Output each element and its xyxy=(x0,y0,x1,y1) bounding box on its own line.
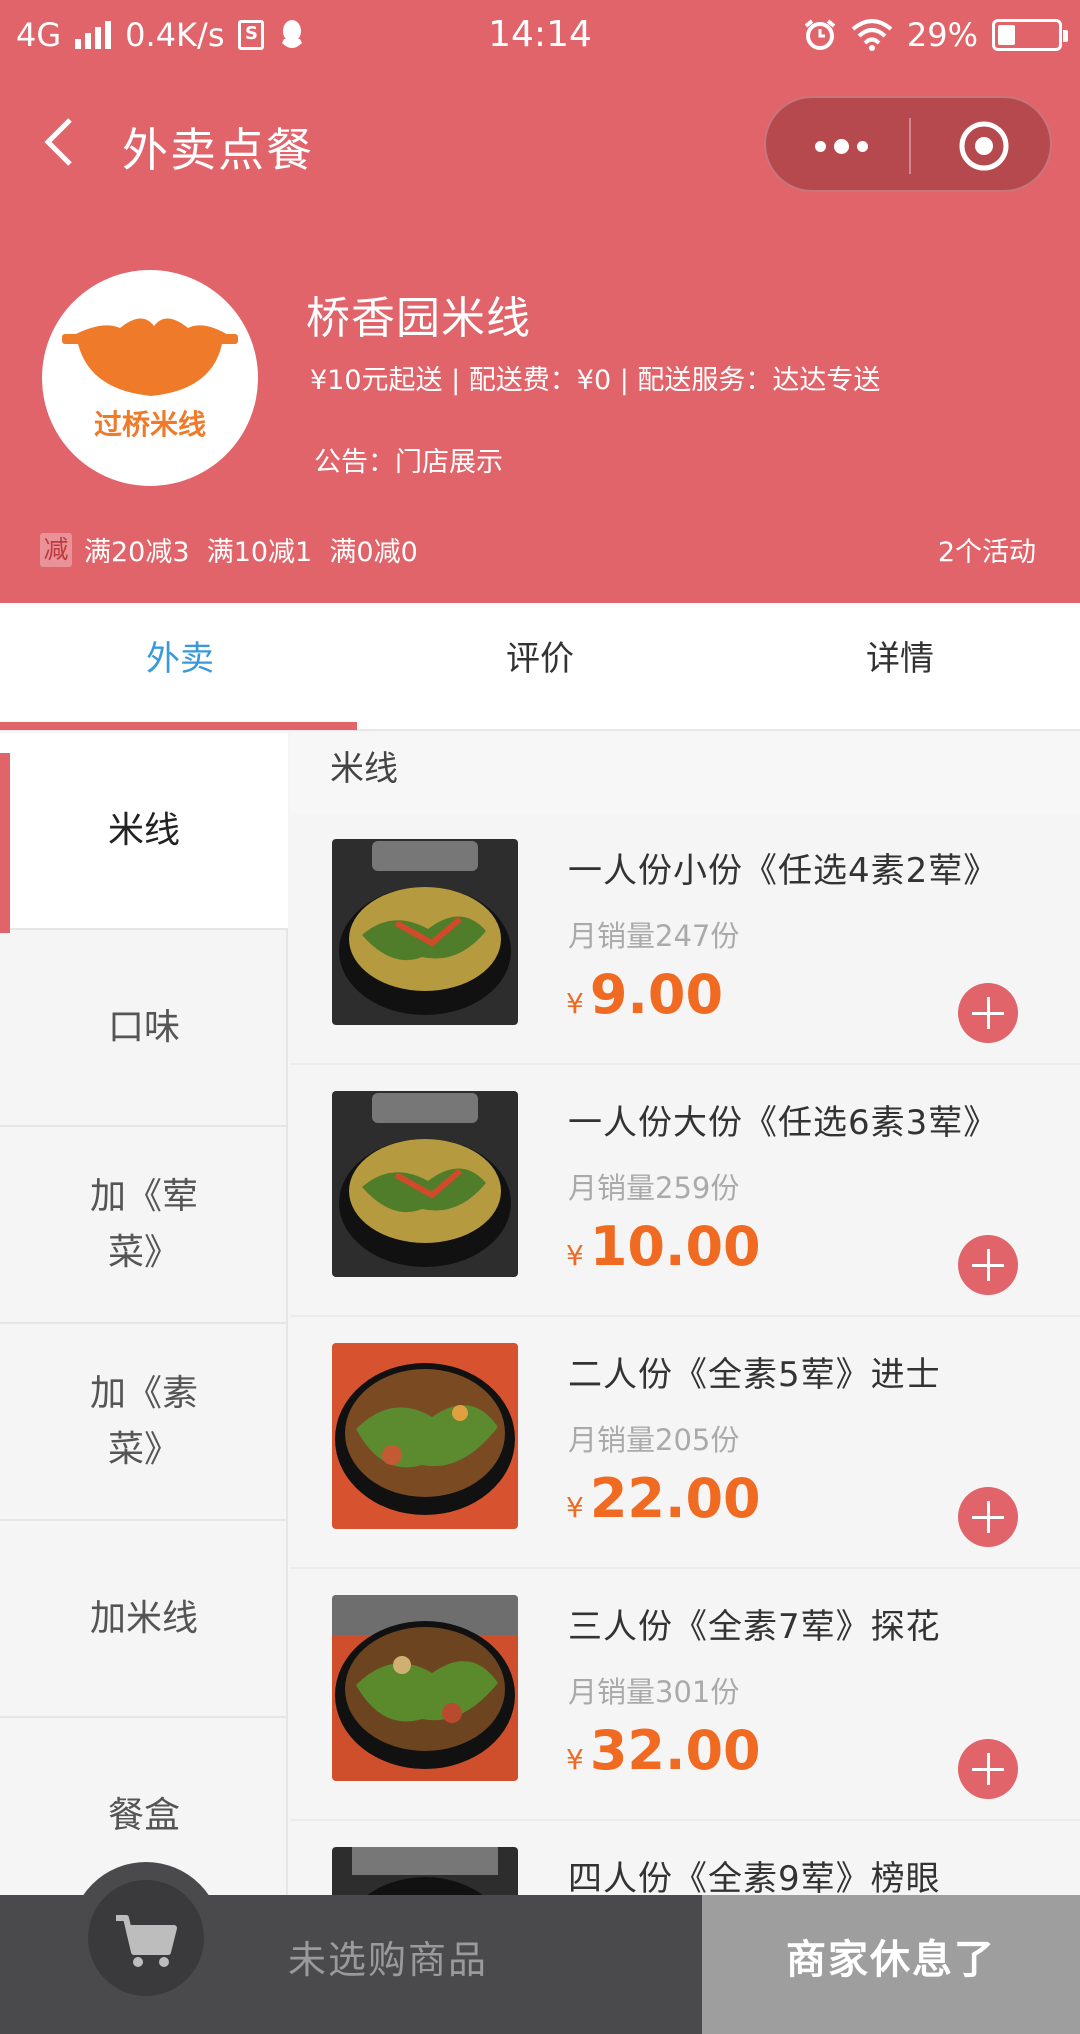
wifi-icon xyxy=(851,19,893,51)
tab-reviews[interactable]: 评价 xyxy=(360,603,720,729)
price-value: 22.00 xyxy=(589,1467,761,1530)
shop-name: 桥香园米线 xyxy=(306,293,531,344)
navigation-bar: 外卖点餐 xyxy=(0,90,1080,200)
category-add-noodle[interactable]: 加米线 xyxy=(0,1521,288,1718)
mini-program-capsule xyxy=(764,96,1052,192)
shop-closed-button[interactable]: 商家休息了 xyxy=(702,1895,1080,2034)
promo-count[interactable]: 2个活动 xyxy=(938,530,1036,569)
discount-badge: 减 xyxy=(40,532,72,567)
add-to-cart-button[interactable] xyxy=(958,1235,1018,1295)
category-sidebar: 米线 口味 加《荤 菜》 加《素 菜》 加米线 餐盒 xyxy=(0,733,288,1915)
product-item[interactable]: 三人份《全素7荤》探花 月销量301份 ¥32.00 xyxy=(290,1569,1080,1821)
battery-icon xyxy=(992,19,1068,51)
product-name: 一人份大份《任选6素3荤》 xyxy=(568,1103,999,1143)
promo-row[interactable]: 减 满20减3 满10减1 满0减0 xyxy=(40,530,418,569)
tab-details[interactable]: 详情 xyxy=(720,603,1080,729)
target-circle-icon[interactable] xyxy=(956,118,1012,174)
product-image xyxy=(332,1847,518,1895)
product-name: 二人份《全素5荤》进士 xyxy=(568,1355,941,1395)
product-item[interactable]: 二人份《全素5荤》进士 月销量205份 ¥22.00 xyxy=(290,1317,1080,1569)
shop-delivery-info: ¥10元起送 | 配送费：¥0 | 配送服务：达达专送 xyxy=(310,365,881,396)
currency-symbol: ¥ xyxy=(566,987,584,1020)
tab-takeout[interactable]: 外卖 xyxy=(0,603,360,729)
cart-circle xyxy=(88,1880,204,1996)
alarm-icon xyxy=(804,19,836,50)
product-sales: 月销量247份 xyxy=(568,919,740,953)
product-sales: 月销量205份 xyxy=(568,1423,740,1457)
chevron-left-icon[interactable] xyxy=(34,112,94,172)
category-label: 加《素 菜》 xyxy=(89,1372,198,1470)
page-title: 外卖点餐 xyxy=(122,123,314,177)
category-flavor[interactable]: 口味 xyxy=(0,930,288,1127)
active-tab-indicator xyxy=(0,722,357,730)
cart-empty-text: 未选购商品 xyxy=(288,1938,489,1982)
category-label: 米线 xyxy=(107,809,180,851)
add-to-cart-button[interactable] xyxy=(958,1739,1018,1799)
product-price: ¥32.00 xyxy=(566,1719,761,1782)
product-image xyxy=(332,1595,518,1781)
cart-icon xyxy=(116,1915,177,1967)
price-value: 10.00 xyxy=(589,1215,761,1278)
add-to-cart-button[interactable] xyxy=(958,983,1018,1043)
status-bar: 4G 0.4K/s S 14:14 29% xyxy=(0,0,1080,72)
promo-text: 满20减3 满10减1 满0减0 xyxy=(84,537,418,568)
product-price: ¥9.00 xyxy=(566,963,723,1026)
product-sales: 月销量259份 xyxy=(568,1171,740,1205)
add-to-cart-button[interactable] xyxy=(958,1487,1018,1547)
battery-percent: 29% xyxy=(906,16,978,54)
currency-symbol: ¥ xyxy=(566,1743,584,1776)
product-image xyxy=(332,1091,518,1277)
price-value: 9.00 xyxy=(589,963,724,1026)
currency-symbol: ¥ xyxy=(566,1491,584,1524)
category-add-meat[interactable]: 加《荤 菜》 xyxy=(0,1127,288,1324)
product-image xyxy=(332,1343,518,1529)
category-label: 餐盒 xyxy=(107,1794,180,1836)
tab-bar: 外卖 评价 详情 xyxy=(0,603,1080,731)
product-price: ¥10.00 xyxy=(566,1215,761,1278)
currency-symbol: ¥ xyxy=(566,1239,584,1272)
shop-header: 4G 0.4K/s S 14:14 29% 外卖点餐 过桥米线 桥香园米线 ¥1… xyxy=(0,0,1080,603)
shop-notice: 公告：门店展示 xyxy=(314,447,503,478)
product-item[interactable]: 一人份小份《任选4素2荤》 月销量247份 ¥9.00 xyxy=(290,813,1080,1065)
category-label: 口味 xyxy=(107,1006,180,1048)
product-item[interactable]: 四人份《全素9荤》榜眼 xyxy=(290,1821,1080,1895)
product-image xyxy=(332,839,518,1025)
product-item[interactable]: 一人份大份《任选6素3荤》 月销量259份 ¥10.00 xyxy=(290,1065,1080,1317)
product-name: 四人份《全素9荤》榜眼 xyxy=(568,1859,941,1895)
product-sales: 月销量301份 xyxy=(568,1675,740,1709)
capsule-divider xyxy=(909,118,911,174)
category-add-veg[interactable]: 加《素 菜》 xyxy=(0,1324,288,1521)
category-label: 加米线 xyxy=(89,1597,198,1639)
bowl-logo-icon: 过桥米线 xyxy=(62,318,238,441)
shop-logo: 过桥米线 xyxy=(42,270,258,486)
product-price: ¥22.00 xyxy=(566,1467,761,1530)
more-dots-icon[interactable] xyxy=(806,128,876,164)
category-rice-noodle[interactable]: 米线 xyxy=(0,733,288,933)
section-title: 米线 xyxy=(290,733,1080,813)
cart-button[interactable] xyxy=(70,1862,222,2014)
logo-text: 过桥米线 xyxy=(94,408,206,441)
product-name: 三人份《全素7荤》探花 xyxy=(568,1607,941,1647)
price-value: 32.00 xyxy=(589,1719,761,1782)
category-label: 加《荤 菜》 xyxy=(89,1175,198,1273)
product-name: 一人份小份《任选4素2荤》 xyxy=(568,851,999,891)
